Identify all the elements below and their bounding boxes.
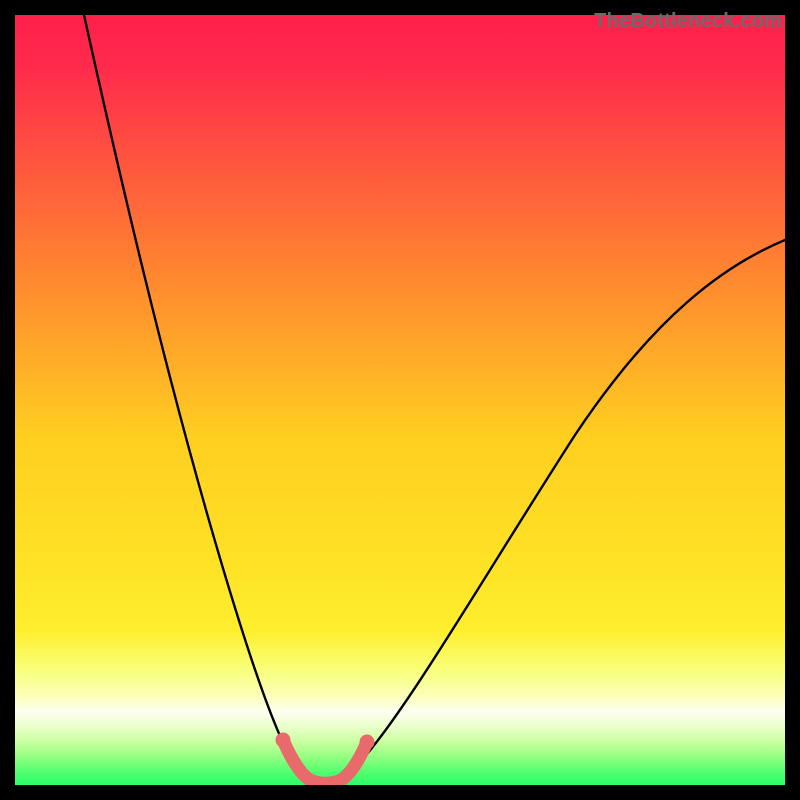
highlight-endpoint-right [360, 735, 375, 750]
highlight-endpoint-left [276, 733, 291, 748]
gradient-background [15, 15, 785, 785]
watermark-text: TheBottleneck.com [594, 10, 782, 33]
chart-svg [15, 15, 785, 785]
plot-area [15, 15, 785, 785]
